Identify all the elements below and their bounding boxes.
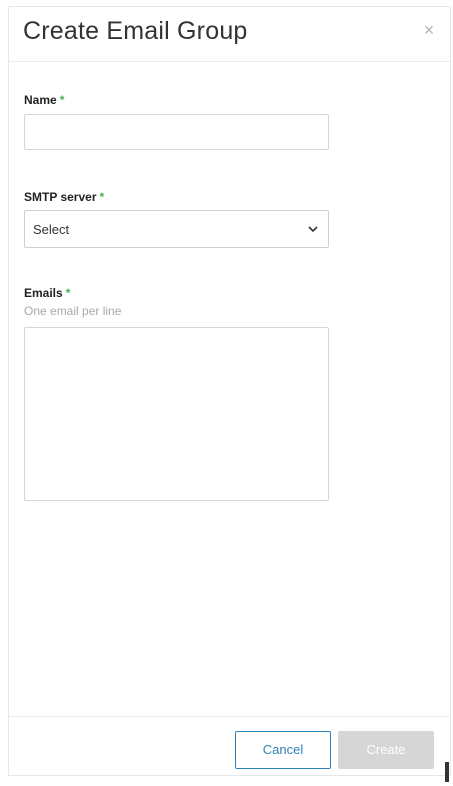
required-marker: * [65, 286, 71, 300]
dialog-header: Create Email Group × [9, 7, 450, 62]
required-marker: * [59, 93, 65, 107]
emails-label: Emails * [24, 286, 70, 300]
close-button[interactable]: × [420, 21, 438, 39]
smtp-server-selected-value: Select [33, 222, 70, 237]
smtp-server-label: SMTP server * [24, 190, 104, 204]
dialog-title: Create Email Group [23, 17, 248, 45]
close-icon: × [423, 20, 435, 40]
emails-label-text: Emails [24, 286, 63, 300]
dialog-footer: Cancel Create [9, 716, 450, 775]
required-marker: * [99, 190, 105, 204]
cancel-button[interactable]: Cancel [235, 731, 331, 769]
emails-hint: One email per line [24, 304, 122, 318]
scrollbar-fragment [445, 762, 449, 782]
name-input[interactable] [24, 114, 329, 150]
smtp-server-label-text: SMTP server [24, 190, 97, 204]
create-button[interactable]: Create [338, 731, 434, 769]
chevron-down-icon [308, 226, 318, 233]
name-label: Name * [24, 93, 64, 107]
emails-textarea[interactable] [24, 327, 329, 501]
smtp-server-select[interactable]: Select [24, 210, 329, 248]
create-email-group-dialog: Create Email Group × Name * SMTP server * … [8, 6, 451, 776]
name-label-text: Name [24, 93, 57, 107]
